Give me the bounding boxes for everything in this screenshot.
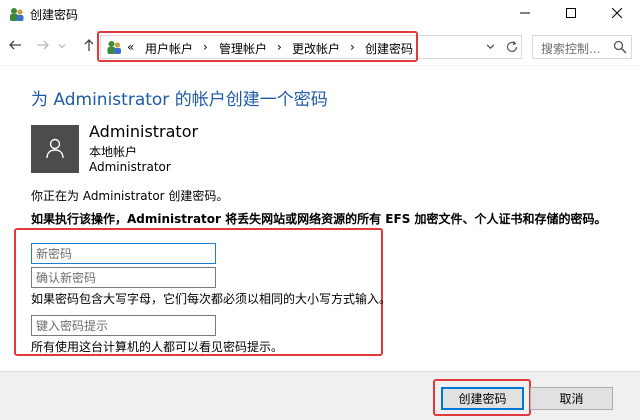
user-icon xyxy=(44,137,66,162)
password-hint-input[interactable] xyxy=(31,315,216,336)
address-highlight-box xyxy=(97,31,418,62)
close-icon xyxy=(611,7,623,21)
up-button[interactable] xyxy=(80,36,98,56)
cancel-button[interactable]: 取消 xyxy=(530,387,613,410)
address-history-button[interactable] xyxy=(486,42,496,52)
create-password-button[interactable]: 创建密码 xyxy=(441,387,524,410)
close-button[interactable] xyxy=(594,0,640,28)
maximize-icon xyxy=(566,7,576,21)
back-button[interactable] xyxy=(6,36,24,56)
title-bar: 创建密码 xyxy=(0,0,640,28)
arrow-right-icon xyxy=(36,38,50,55)
window-title: 创建密码 xyxy=(30,8,79,22)
account-group: Administrator xyxy=(89,160,171,174)
arrow-up-icon xyxy=(82,38,96,55)
minimize-icon xyxy=(520,7,530,21)
chevron-down-icon xyxy=(486,44,495,54)
search-placeholder: 搜索控制... xyxy=(541,42,601,56)
confirm-password-input[interactable] xyxy=(31,267,216,288)
search-box[interactable]: 搜索控制... xyxy=(532,35,632,59)
maximize-button[interactable] xyxy=(548,0,594,28)
case-sensitivity-note: 如果密码包含大写字母，它们每次都必须以相同的大小写方式输入。 xyxy=(31,292,392,306)
user-accounts-icon xyxy=(9,6,25,22)
account-type: 本地帐户 xyxy=(89,145,138,159)
recent-locations-button[interactable] xyxy=(56,36,68,56)
intro-text: 你正在为 Administrator 创建密码。 xyxy=(31,189,229,203)
arrow-left-icon xyxy=(8,38,22,55)
navigation-bar: « 用户帐户 › 管理帐户 › 更改帐户 › 创建密码 搜索控制... xyxy=(0,28,640,66)
search-icon[interactable] xyxy=(613,40,627,54)
account-name: Administrator xyxy=(89,122,199,141)
refresh-icon xyxy=(503,41,521,59)
button-bar: 创建密码 取消 xyxy=(0,371,640,420)
efs-warning: 如果执行该操作，Administrator 将丢失网站或网络资源的所有 EFS … xyxy=(31,212,607,226)
page-title: 为 Administrator 的帐户创建一个密码 xyxy=(31,90,328,110)
minimize-button[interactable] xyxy=(502,0,548,28)
hint-visibility-note: 所有使用这台计算机的人都可以看见密码提示。 xyxy=(31,340,284,354)
new-password-input[interactable] xyxy=(31,243,216,264)
forward-button[interactable] xyxy=(34,36,52,56)
refresh-button[interactable] xyxy=(503,38,521,56)
avatar xyxy=(31,125,79,173)
chevron-down-icon xyxy=(58,39,66,53)
